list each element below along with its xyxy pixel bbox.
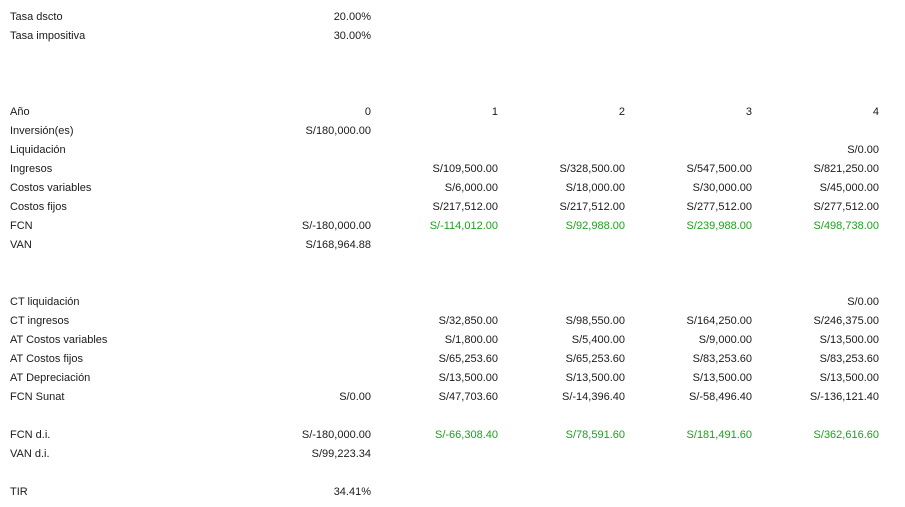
- costos-fijos-label[interactable]: Costos fijos: [10, 198, 260, 217]
- anio-4[interactable]: 4: [761, 103, 879, 122]
- fcn-sunat-0[interactable]: S/0.00: [260, 388, 371, 407]
- at-depreciacion-1[interactable]: S/13,500.00: [380, 369, 498, 388]
- ingresos-3[interactable]: S/547,500.00: [634, 160, 752, 179]
- fcn-1[interactable]: S/-114,012.00: [380, 217, 498, 236]
- at-costos-fijos-1[interactable]: S/65,253.60: [380, 350, 498, 369]
- tasa-impositiva-value[interactable]: 30.00%: [260, 27, 371, 46]
- row-van-di: VAN d.i. S/99,223.34: [0, 445, 905, 464]
- costos-variables-label[interactable]: Costos variables: [10, 179, 260, 198]
- fcn-label[interactable]: FCN: [10, 217, 260, 236]
- costos-fijos-4[interactable]: S/277,512.00: [761, 198, 879, 217]
- fcn-sunat-label[interactable]: FCN Sunat: [10, 388, 260, 407]
- inversion-label[interactable]: Inversión(es): [10, 122, 260, 141]
- fcn-di-0[interactable]: S/-180,000.00: [260, 426, 371, 445]
- anio-0[interactable]: 0: [260, 103, 371, 122]
- costos-fijos-1[interactable]: S/217,512.00: [380, 198, 498, 217]
- fcn-di-4[interactable]: S/362,616.60: [761, 426, 879, 445]
- ct-ingresos-4[interactable]: S/246,375.00: [761, 312, 879, 331]
- at-costos-fijos-4[interactable]: S/83,253.60: [761, 350, 879, 369]
- fcn-3[interactable]: S/239,988.00: [634, 217, 752, 236]
- fcn-4[interactable]: S/498,738.00: [761, 217, 879, 236]
- ingresos-label[interactable]: Ingresos: [10, 160, 260, 179]
- tasa-impositiva-label[interactable]: Tasa impositiva: [10, 27, 260, 46]
- at-depreciacion-4[interactable]: S/13,500.00: [761, 369, 879, 388]
- row-fcn: FCN S/-180,000.00 S/-114,012.00 S/92,988…: [0, 217, 905, 236]
- at-costos-variables-2[interactable]: S/5,400.00: [507, 331, 625, 350]
- row-fcn-sunat: FCN Sunat S/0.00 S/47,703.60 S/-14,396.4…: [0, 388, 905, 407]
- fcn-sunat-1[interactable]: S/47,703.60: [380, 388, 498, 407]
- anio-1[interactable]: 1: [380, 103, 498, 122]
- fcn-di-1[interactable]: S/-66,308.40: [380, 426, 498, 445]
- ingresos-4[interactable]: S/821,250.00: [761, 160, 879, 179]
- van-label[interactable]: VAN: [10, 236, 260, 255]
- row-at-costos-variables: AT Costos variables S/1,800.00 S/5,400.0…: [0, 331, 905, 350]
- at-depreciacion-3[interactable]: S/13,500.00: [634, 369, 752, 388]
- at-costos-variables-1[interactable]: S/1,800.00: [380, 331, 498, 350]
- tasa-dscto-label[interactable]: Tasa dscto: [10, 8, 260, 27]
- liquidacion-label[interactable]: Liquidación: [10, 141, 260, 160]
- inversion-0[interactable]: S/180,000.00: [260, 122, 371, 141]
- at-depreciacion-2[interactable]: S/13,500.00: [507, 369, 625, 388]
- fcn-di-label[interactable]: FCN d.i.: [10, 426, 260, 445]
- ct-ingresos-2[interactable]: S/98,550.00: [507, 312, 625, 331]
- row-liquidacion: Liquidación S/0.00: [0, 141, 905, 160]
- fcn-0[interactable]: S/-180,000.00: [260, 217, 371, 236]
- row-ingresos: Ingresos S/109,500.00 S/328,500.00 S/547…: [0, 160, 905, 179]
- row-tasa-dscto: Tasa dscto 20.00%: [0, 8, 905, 27]
- van-0[interactable]: S/168,964.88: [260, 236, 371, 255]
- ct-ingresos-3[interactable]: S/164,250.00: [634, 312, 752, 331]
- fcn-2[interactable]: S/92,988.00: [507, 217, 625, 236]
- van-di-0[interactable]: S/99,223.34: [260, 445, 371, 464]
- ct-liquidacion-label[interactable]: CT liquidación: [10, 293, 260, 312]
- at-costos-variables-3[interactable]: S/9,000.00: [634, 331, 752, 350]
- fcn-di-2[interactable]: S/78,591.60: [507, 426, 625, 445]
- ingresos-2[interactable]: S/328,500.00: [507, 160, 625, 179]
- ct-liquidacion-4[interactable]: S/0.00: [761, 293, 879, 312]
- liquidacion-4[interactable]: S/0.00: [761, 141, 879, 160]
- tir-label[interactable]: TIR: [10, 483, 260, 502]
- at-costos-fijos-label[interactable]: AT Costos fijos: [10, 350, 260, 369]
- costos-fijos-3[interactable]: S/277,512.00: [634, 198, 752, 217]
- row-tir: TIR 34.41%: [0, 483, 905, 502]
- row-costos-fijos: Costos fijos S/217,512.00 S/217,512.00 S…: [0, 198, 905, 217]
- costos-variables-3[interactable]: S/30,000.00: [634, 179, 752, 198]
- row-anio: Año 0 1 2 3 4: [0, 103, 905, 122]
- ct-ingresos-label[interactable]: CT ingresos: [10, 312, 260, 331]
- row-tasa-impositiva: Tasa impositiva 30.00%: [0, 27, 905, 46]
- at-costos-variables-label[interactable]: AT Costos variables: [10, 331, 260, 350]
- row-at-costos-fijos: AT Costos fijos S/65,253.60 S/65,253.60 …: [0, 350, 905, 369]
- row-ct-ingresos: CT ingresos S/32,850.00 S/98,550.00 S/16…: [0, 312, 905, 331]
- anio-3[interactable]: 3: [634, 103, 752, 122]
- costos-variables-2[interactable]: S/18,000.00: [507, 179, 625, 198]
- ct-ingresos-1[interactable]: S/32,850.00: [380, 312, 498, 331]
- row-costos-variables: Costos variables S/6,000.00 S/18,000.00 …: [0, 179, 905, 198]
- van-di-label[interactable]: VAN d.i.: [10, 445, 260, 464]
- ingresos-1[interactable]: S/109,500.00: [380, 160, 498, 179]
- fcn-sunat-3[interactable]: S/-58,496.40: [634, 388, 752, 407]
- fcn-sunat-4[interactable]: S/-136,121.40: [761, 388, 879, 407]
- anio-2[interactable]: 2: [507, 103, 625, 122]
- at-costos-fijos-3[interactable]: S/83,253.60: [634, 350, 752, 369]
- anio-label[interactable]: Año: [10, 103, 260, 122]
- tir-value[interactable]: 34.41%: [260, 483, 371, 502]
- row-van: VAN S/168,964.88: [0, 236, 905, 255]
- row-ct-liquidacion: CT liquidación S/0.00: [0, 293, 905, 312]
- costos-fijos-2[interactable]: S/217,512.00: [507, 198, 625, 217]
- row-fcn-di: FCN d.i. S/-180,000.00 S/-66,308.40 S/78…: [0, 426, 905, 445]
- at-depreciacion-label[interactable]: AT Depreciación: [10, 369, 260, 388]
- row-inversion: Inversión(es) S/180,000.00: [0, 122, 905, 141]
- at-costos-variables-4[interactable]: S/13,500.00: [761, 331, 879, 350]
- at-costos-fijos-2[interactable]: S/65,253.60: [507, 350, 625, 369]
- fcn-di-3[interactable]: S/181,491.60: [634, 426, 752, 445]
- spreadsheet: Tasa dscto 20.00% Tasa impositiva 30.00%…: [0, 0, 905, 507]
- tasa-dscto-value[interactable]: 20.00%: [260, 8, 371, 27]
- fcn-sunat-2[interactable]: S/-14,396.40: [507, 388, 625, 407]
- costos-variables-4[interactable]: S/45,000.00: [761, 179, 879, 198]
- costos-variables-1[interactable]: S/6,000.00: [380, 179, 498, 198]
- row-at-depreciacion: AT Depreciación S/13,500.00 S/13,500.00 …: [0, 369, 905, 388]
